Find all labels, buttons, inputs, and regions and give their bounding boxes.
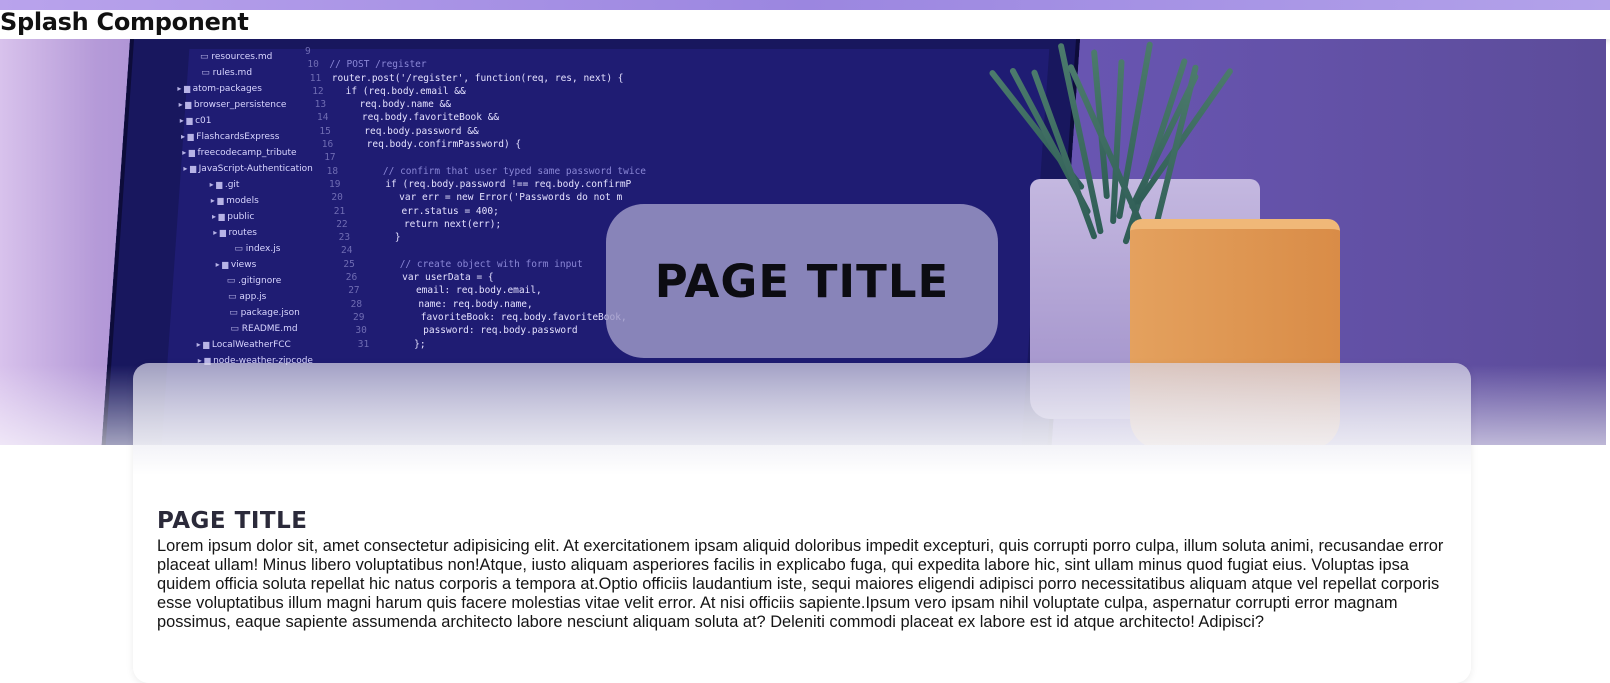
file-tree-item: JavaScript-Authentication xyxy=(175,161,325,177)
file-tree-item: app.js xyxy=(175,289,325,305)
plant-leaf xyxy=(1134,67,1235,206)
content-card: PAGE TITLE Lorem ipsum dolor sit, amet c… xyxy=(133,363,1471,683)
code-line: 14 req.body.favoriteBook && xyxy=(317,112,500,124)
code-line: 18 // confirm that user typed same passw… xyxy=(326,165,647,177)
file-tree-item: README.md xyxy=(175,321,325,337)
file-tree-item: .git xyxy=(175,177,325,193)
code-line: 20 var err = new Error('Passwords do not… xyxy=(331,192,623,204)
file-tree-item: LocalWeatherFCC xyxy=(175,337,325,353)
code-line: 15 req.body.password && xyxy=(319,125,479,137)
code-line: 19 if (req.body.password !== req.body.co… xyxy=(329,178,632,190)
file-tree-item: models xyxy=(175,193,325,209)
file-tree-item: package.json xyxy=(175,305,325,321)
page-header: Splash Component xyxy=(0,0,1610,39)
file-tree-item: routes xyxy=(175,225,325,241)
hero-title-pill: PAGE TITLE xyxy=(606,204,998,358)
code-line: 12 if (req.body.email && xyxy=(312,85,466,97)
code-line: 10// POST /register xyxy=(307,59,427,71)
code-line: 11 router.post('/register', function(req,… xyxy=(309,72,624,84)
code-line: 17 xyxy=(324,152,336,164)
page-heading: Splash Component xyxy=(0,8,249,36)
file-tree-item: c01 xyxy=(175,113,325,129)
code-line: 13 req.body.name && xyxy=(314,99,451,111)
file-tree-item: freecodecamp_tribute xyxy=(175,145,325,161)
file-tree-item: .gitignore xyxy=(175,273,325,289)
file-tree-item: rules.md xyxy=(175,65,325,81)
file-tree-item: resources.md xyxy=(175,49,325,65)
file-tree-item: views xyxy=(175,257,325,273)
card-body-text: Lorem ipsum dolor sit, amet consectetur … xyxy=(157,537,1444,631)
file-tree-item: index.js xyxy=(175,241,325,257)
code-line: 16 req.body.confirmPassword) { xyxy=(321,139,522,151)
card-heading: PAGE TITLE xyxy=(157,508,308,534)
hero-title: PAGE TITLE xyxy=(654,254,950,308)
file-tree-item: atom-packages xyxy=(175,81,325,97)
plant-leaf xyxy=(1030,68,1098,241)
file-tree-item: FlashcardsExpress xyxy=(175,129,325,145)
file-tree-item: browser_persistence xyxy=(175,97,325,113)
code-line: 9 xyxy=(305,46,311,57)
file-tree-item: public xyxy=(175,209,325,225)
